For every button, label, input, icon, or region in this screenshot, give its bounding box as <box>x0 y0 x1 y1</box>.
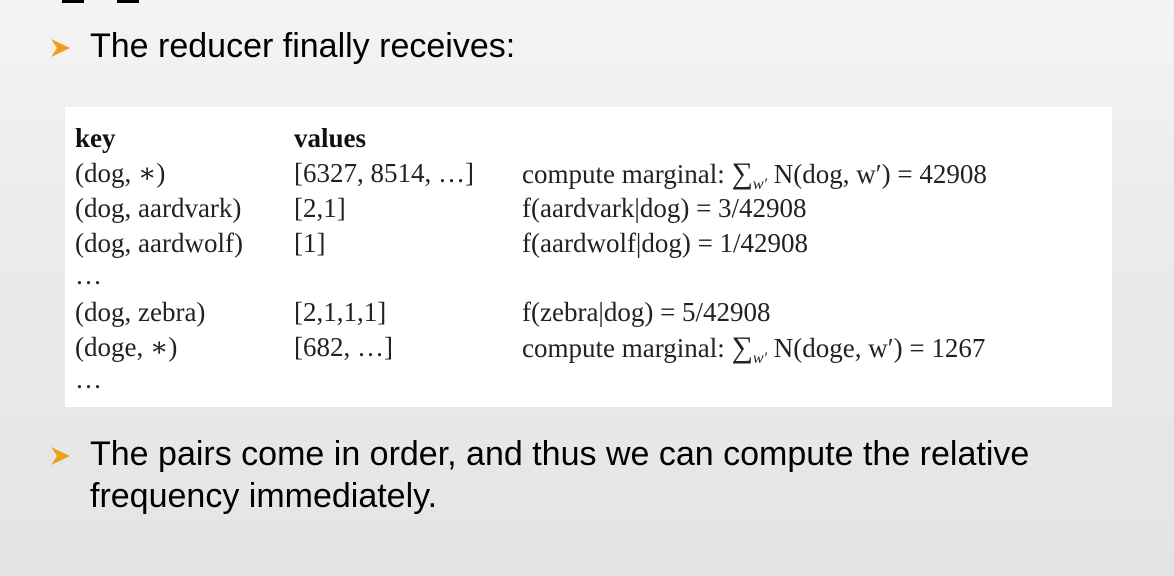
row-key: (dog, ∗) <box>75 158 166 188</box>
sigma-subscript: w′ <box>752 350 768 367</box>
row-values: [2,1] <box>294 193 346 223</box>
row-key: … <box>75 364 104 394</box>
header-key: key <box>75 123 116 153</box>
header-values: values <box>294 123 367 153</box>
reducer-input-table: key values (dog, ∗) [6327, 8514, …] comp… <box>65 107 1112 407</box>
row-compute: f(zebra|dog) = 5/42908 <box>522 297 771 327</box>
row-key: (dog, aardvark) <box>75 193 242 223</box>
bullet-pairs-in-order: The pairs come in order, and thus we can… <box>50 433 1150 517</box>
bullet-arrow-icon <box>50 25 90 69</box>
compute-expression: N(dog, w′) = 42908 <box>767 159 987 189</box>
bullet-reducer-receives: The reducer finally receives: <box>50 25 515 69</box>
bullet-text: The reducer finally receives: <box>90 27 516 65</box>
compute-prefix: compute marginal: <box>522 333 732 363</box>
row-values: [1] <box>294 228 326 258</box>
compute-expression: N(doge, w′) = 1267 <box>767 333 986 363</box>
row-key: (dog, aardwolf) <box>75 228 243 258</box>
sigma-symbol: ∑ <box>731 157 753 190</box>
row-values: [682, …] <box>294 332 393 362</box>
sigma-symbol: ∑ <box>731 331 753 364</box>
row-key: (dog, zebra) <box>75 297 206 327</box>
row-compute: compute marginal: ∑w′ N(doge, w′) = 1267 <box>522 330 985 376</box>
compute-prefix: compute marginal: <box>522 159 732 189</box>
row-values: [2,1,1,1] <box>294 297 387 327</box>
row-compute: f(aardwolf|dog) = 1/42908 <box>522 228 809 258</box>
cropped-text-fragment <box>62 0 1174 3</box>
row-key: … <box>75 260 104 290</box>
row-compute: f(aardvark|dog) = 3/42908 <box>522 193 807 223</box>
bullet-text: The pairs come in order, and thus we can… <box>90 435 1030 515</box>
row-values: [6327, 8514, …] <box>294 158 474 188</box>
bullet-arrow-icon <box>50 433 90 477</box>
row-key: (doge, ∗) <box>75 332 178 362</box>
